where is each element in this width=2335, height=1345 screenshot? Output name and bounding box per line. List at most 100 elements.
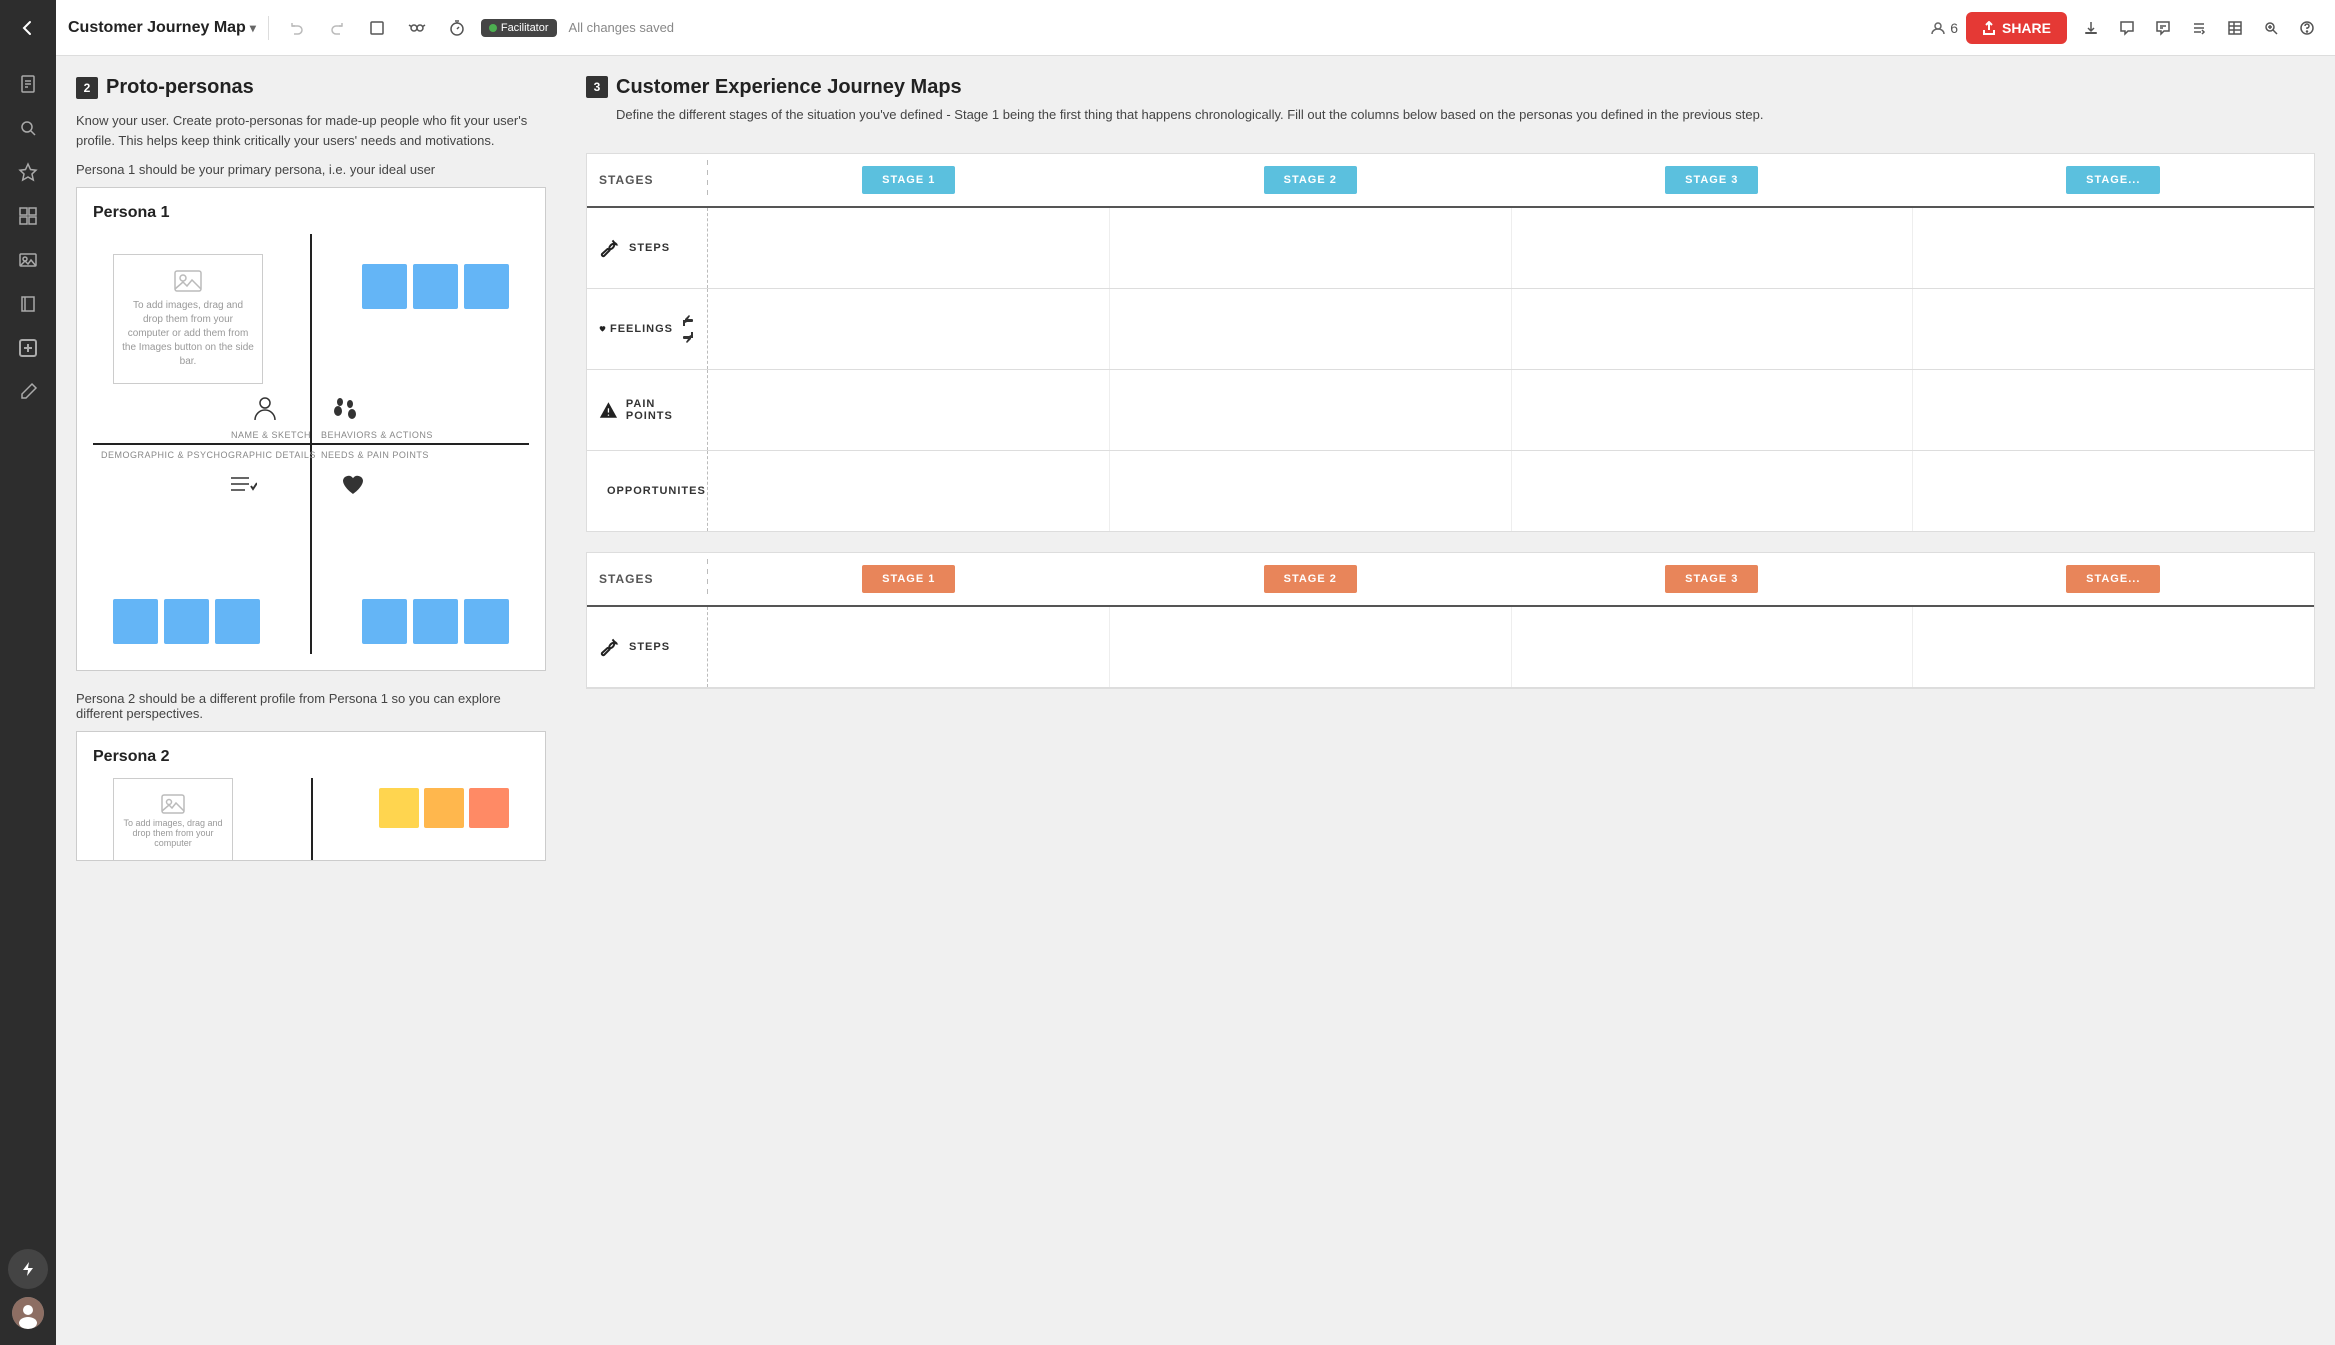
persona2-box-1[interactable] bbox=[379, 788, 419, 828]
chat-button[interactable] bbox=[2111, 12, 2143, 44]
document-title[interactable]: Customer Journey Map ▾ bbox=[68, 19, 256, 37]
painpoints-cell-4[interactable] bbox=[1913, 370, 2314, 450]
sidebar-lightning-icon[interactable] bbox=[8, 1249, 48, 1289]
canvas-area[interactable]: 2 Proto-personas Know your user. Create … bbox=[56, 56, 2335, 1345]
journey1-feelings-row: FEELINGS bbox=[587, 289, 2314, 370]
steps2-cell-3[interactable] bbox=[1512, 607, 1914, 687]
steps2-cells-area bbox=[707, 607, 2314, 687]
sidebar-back-icon[interactable] bbox=[8, 8, 48, 48]
section3-title: Customer Experience Journey Maps bbox=[616, 76, 1763, 99]
stage3-badge[interactable]: STAGE 3 bbox=[1665, 166, 1758, 194]
feelings-cell-1[interactable] bbox=[708, 289, 1110, 369]
feelings-cell-4[interactable] bbox=[1913, 289, 2314, 369]
timer-button[interactable] bbox=[441, 12, 473, 44]
steps2-cell-2[interactable] bbox=[1110, 607, 1512, 687]
persona1-box-br-1[interactable] bbox=[362, 599, 407, 644]
facilitator-badge[interactable]: Facilitator bbox=[481, 19, 557, 37]
spy-button[interactable] bbox=[401, 12, 433, 44]
steps2-cell-1[interactable] bbox=[708, 607, 1110, 687]
painpoints-cells-area bbox=[707, 370, 2314, 450]
persona1-cross-horizontal bbox=[93, 443, 529, 445]
steps2-cell-4[interactable] bbox=[1913, 607, 2314, 687]
painpoints-cell-2[interactable] bbox=[1110, 370, 1512, 450]
opportunities-cell-2[interactable] bbox=[1110, 451, 1512, 531]
opportunities-cell-1[interactable] bbox=[708, 451, 1110, 531]
persona2-box-2[interactable] bbox=[424, 788, 464, 828]
redo-button[interactable] bbox=[321, 12, 353, 44]
steps-cell-3[interactable] bbox=[1512, 208, 1914, 288]
download-button[interactable] bbox=[2075, 12, 2107, 44]
stage2-cell: STAGE 2 bbox=[1110, 162, 1512, 198]
zoom-button[interactable] bbox=[2255, 12, 2287, 44]
feelings-cell-3[interactable] bbox=[1512, 289, 1914, 369]
comment-button[interactable] bbox=[2147, 12, 2179, 44]
section3-desc: Define the different stages of the situa… bbox=[616, 105, 1763, 125]
stage1-badge[interactable]: STAGE 1 bbox=[862, 166, 955, 194]
opportunities-cell-4[interactable] bbox=[1913, 451, 2314, 531]
persona1-color-boxes-bottom-left bbox=[113, 599, 260, 644]
sidebar-pen-icon[interactable] bbox=[8, 372, 48, 412]
persona2-card[interactable]: Persona 2 To add images, drag and drop t… bbox=[76, 731, 546, 861]
persona1-card[interactable]: Persona 1 To add images, drag and drop t… bbox=[76, 187, 546, 671]
autosave-status: All changes saved bbox=[569, 20, 675, 35]
stages-label-2: STAGES bbox=[587, 564, 707, 594]
opportunities-label-1: OPPORTUNITES bbox=[607, 485, 706, 497]
help-button[interactable] bbox=[2291, 12, 2323, 44]
sidebar-image-icon[interactable] bbox=[8, 240, 48, 280]
stage2-1-badge[interactable]: STAGE 1 bbox=[862, 565, 955, 593]
steps-cell-2[interactable] bbox=[1110, 208, 1512, 288]
persona1-box-3[interactable] bbox=[464, 264, 509, 309]
section2-title: Proto-personas bbox=[106, 76, 254, 99]
share-button[interactable]: SHARE bbox=[1966, 12, 2067, 44]
feelings-cell-2[interactable] bbox=[1110, 289, 1512, 369]
stages-cells-1: STAGE 1 STAGE 2 STAGE 3 STAGE... bbox=[708, 162, 2314, 198]
sidebar-add-icon[interactable] bbox=[8, 328, 48, 368]
toolbar: Customer Journey Map ▾ Facilitator All c… bbox=[56, 0, 2335, 56]
steps2-label-cell: STEPS bbox=[587, 607, 707, 687]
stage4-cell: STAGE... bbox=[1913, 162, 2315, 198]
stage4-badge[interactable]: STAGE... bbox=[2066, 166, 2160, 194]
persona2-label: Persona 2 should be a different profile … bbox=[76, 691, 546, 721]
sidebar-page-icon[interactable] bbox=[8, 64, 48, 104]
journey-spacer bbox=[586, 532, 2315, 552]
opportunities-cell-3[interactable] bbox=[1512, 451, 1914, 531]
needs-label: NEEDS & PAIN POINTS bbox=[321, 450, 429, 460]
stage2-2-badge[interactable]: STAGE 2 bbox=[1264, 565, 1357, 593]
journey-map-1: STAGES STAGE 1 STAGE 2 STAGE 3 bbox=[586, 153, 2315, 532]
sidebar-grid-icon[interactable] bbox=[8, 196, 48, 236]
section2-desc: Know your user. Create proto-personas fo… bbox=[76, 111, 546, 150]
persona1-box-bl-3[interactable] bbox=[215, 599, 260, 644]
persona2-title: Persona 2 bbox=[93, 748, 529, 766]
journey1-steps-row: STEPS bbox=[587, 208, 2314, 289]
section2-num: 2 bbox=[76, 77, 98, 99]
frame-button[interactable] bbox=[361, 12, 393, 44]
thumbs-up-icon bbox=[681, 314, 695, 328]
stage2-badge[interactable]: STAGE 2 bbox=[1264, 166, 1357, 194]
persona1-box-bl-1[interactable] bbox=[113, 599, 158, 644]
persona1-image-box[interactable]: To add images, drag and drop them from y… bbox=[113, 254, 263, 384]
stage2-4-badge[interactable]: STAGE... bbox=[2066, 565, 2160, 593]
undo-button[interactable] bbox=[281, 12, 313, 44]
persona1-box-bl-2[interactable] bbox=[164, 599, 209, 644]
facilitator-label: Facilitator bbox=[501, 22, 549, 34]
table-button[interactable] bbox=[2219, 12, 2251, 44]
list-icon-button[interactable] bbox=[2183, 12, 2215, 44]
sidebar-search-icon[interactable] bbox=[8, 108, 48, 148]
sidebar-book-icon[interactable] bbox=[8, 284, 48, 324]
user-avatar[interactable] bbox=[12, 1297, 44, 1329]
painpoints-cell-1[interactable] bbox=[708, 370, 1110, 450]
steps-cell-1[interactable] bbox=[708, 208, 1110, 288]
persona1-box-br-3[interactable] bbox=[464, 599, 509, 644]
persona2-box-3[interactable] bbox=[469, 788, 509, 828]
persona1-box-2[interactable] bbox=[413, 264, 458, 309]
persona2-image-text: To add images, drag and drop them from y… bbox=[114, 818, 232, 848]
user-count-number: 6 bbox=[1950, 20, 1958, 36]
stage2-3-badge[interactable]: STAGE 3 bbox=[1665, 565, 1758, 593]
steps-cell-4[interactable] bbox=[1913, 208, 2314, 288]
share-label: SHARE bbox=[2002, 20, 2051, 36]
painpoints-cell-3[interactable] bbox=[1512, 370, 1914, 450]
sidebar-star-icon[interactable] bbox=[8, 152, 48, 192]
persona2-image-box[interactable]: To add images, drag and drop them from y… bbox=[113, 778, 233, 861]
persona1-box-br-2[interactable] bbox=[413, 599, 458, 644]
persona1-box-1[interactable] bbox=[362, 264, 407, 309]
